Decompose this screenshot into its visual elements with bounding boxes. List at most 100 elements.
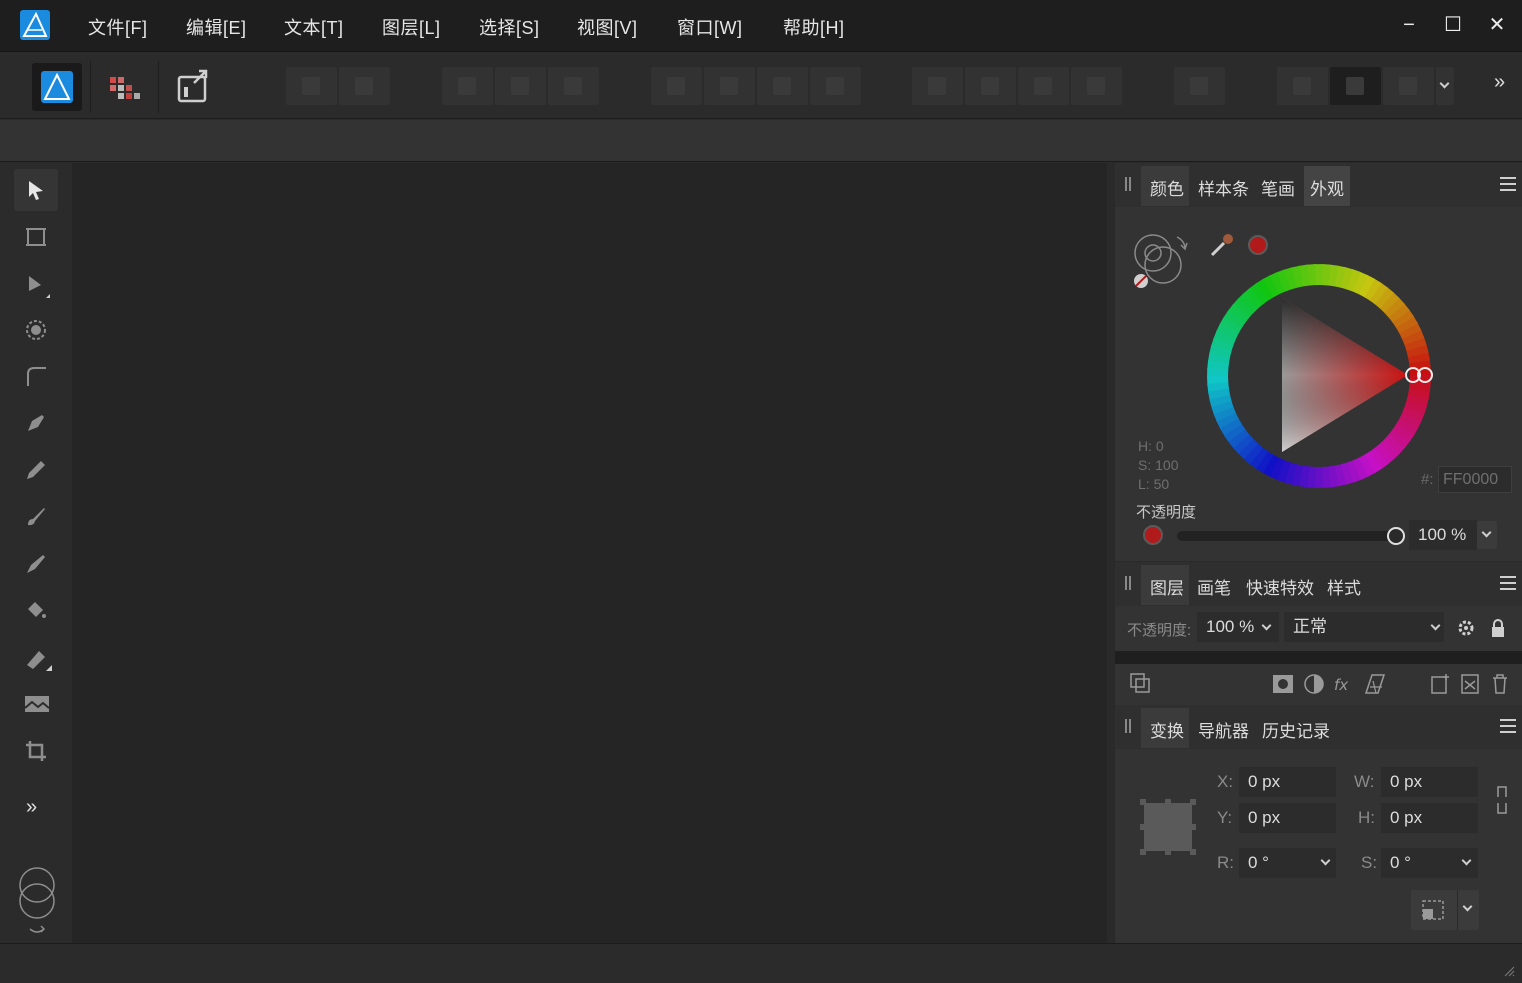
- w-input[interactable]: 0 px: [1381, 767, 1478, 797]
- artboard-tool[interactable]: [14, 216, 58, 258]
- arrange-back-button[interactable]: [810, 67, 861, 105]
- panel-menu-icon[interactable]: [1500, 576, 1516, 590]
- contour-tool[interactable]: [14, 309, 58, 351]
- toolbar-overflow-button[interactable]: »: [1494, 71, 1505, 94]
- designer-persona-button[interactable]: [32, 63, 82, 111]
- opacity-dropdown-button[interactable]: [1477, 521, 1497, 549]
- menu-view[interactable]: 视图[V]: [577, 14, 638, 40]
- tab-color[interactable]: 颜色: [1150, 175, 1184, 200]
- trash-icon[interactable]: [1489, 673, 1511, 695]
- snap-options-dropdown[interactable]: [1436, 67, 1454, 105]
- corner-tool[interactable]: [14, 355, 58, 397]
- transparency-tool[interactable]: [14, 636, 58, 678]
- flip-vertical-button[interactable]: [965, 67, 1016, 105]
- place-image-tool[interactable]: [14, 683, 58, 725]
- tab-layers[interactable]: 图层: [1150, 574, 1184, 599]
- affinity-logo-icon[interactable]: [20, 10, 50, 40]
- menu-layer[interactable]: 图层[L]: [382, 14, 441, 40]
- link-proportions-icon[interactable]: [1494, 783, 1510, 817]
- arrange-forward-button[interactable]: [704, 67, 755, 105]
- snapping-toggle-button[interactable]: [1277, 67, 1328, 105]
- minimize-button[interactable]: −: [1394, 10, 1424, 40]
- resize-grip-icon[interactable]: [1503, 965, 1515, 977]
- svg-text:fx: fx: [1334, 676, 1348, 694]
- live-filter-icon[interactable]: [1364, 673, 1386, 695]
- panel-grip-handle[interactable]: [1125, 576, 1131, 590]
- adjustment-icon[interactable]: [1303, 673, 1325, 695]
- tab-transform[interactable]: 变换: [1150, 717, 1184, 742]
- close-button[interactable]: ✕: [1482, 10, 1512, 40]
- fill-tool[interactable]: [14, 589, 58, 631]
- panel-menu-icon[interactable]: [1500, 177, 1516, 191]
- menu-text[interactable]: 文本[T]: [284, 14, 344, 40]
- layers-list[interactable]: [1115, 651, 1522, 664]
- menu-window[interactable]: 窗口[W]: [677, 14, 743, 40]
- mask-icon[interactable]: [1272, 673, 1294, 695]
- color-wheel-icon[interactable]: [1205, 262, 1433, 490]
- menu-select[interactable]: 选择[S]: [479, 14, 540, 40]
- eyedropper-icon[interactable]: [1208, 231, 1236, 259]
- fill-stroke-selector-icon[interactable]: [1127, 229, 1191, 293]
- panel-grip-handle[interactable]: [1125, 719, 1131, 733]
- gear-icon[interactable]: [1455, 617, 1477, 639]
- crop-tool[interactable]: [14, 730, 58, 772]
- rotate-right-button[interactable]: [1071, 67, 1122, 105]
- rotation-input[interactable]: 0 °: [1239, 848, 1336, 878]
- menu-help[interactable]: 帮助[H]: [783, 14, 845, 40]
- view-mode-button[interactable]: [1330, 67, 1381, 105]
- rotate-left-button[interactable]: [1018, 67, 1069, 105]
- menu-file[interactable]: 文件[F]: [88, 14, 148, 40]
- snap-options-button[interactable]: [1383, 67, 1434, 105]
- align-button[interactable]: [1174, 67, 1225, 105]
- lock-icon[interactable]: [1487, 617, 1509, 639]
- tools-expand-button[interactable]: »: [26, 796, 37, 819]
- group-layers-icon[interactable]: [1459, 673, 1481, 695]
- fill-stroke-swatch-icon[interactable]: [14, 863, 60, 943]
- tab-appearance[interactable]: 外观: [1310, 175, 1344, 200]
- tab-quick-fx[interactable]: 快速特效: [1246, 574, 1314, 599]
- tab-styles[interactable]: 样式: [1327, 574, 1361, 599]
- snap-pixel-button[interactable]: [495, 67, 546, 105]
- hex-input[interactable]: FF0000: [1438, 466, 1512, 493]
- current-color-swatch[interactable]: [1143, 525, 1163, 545]
- blend-mode-select[interactable]: 正常: [1284, 612, 1444, 642]
- tab-navigator[interactable]: 导航器: [1198, 717, 1249, 742]
- export-persona-icon: [177, 69, 208, 103]
- opacity-slider-thumb[interactable]: [1387, 527, 1405, 545]
- picked-color-swatch[interactable]: [1248, 235, 1268, 255]
- snap-object-button[interactable]: [548, 67, 599, 105]
- document-canvas[interactable]: [72, 163, 1107, 943]
- node-tool[interactable]: [14, 263, 58, 305]
- anchor-point-selector-icon[interactable]: [1140, 799, 1196, 855]
- y-input[interactable]: 0 px: [1239, 803, 1336, 833]
- flip-horizontal-button[interactable]: [912, 67, 963, 105]
- panel-menu-icon[interactable]: [1500, 719, 1516, 733]
- snap-grid-button[interactable]: [442, 67, 493, 105]
- arrange-backward-button[interactable]: [757, 67, 808, 105]
- boolean-add-button[interactable]: [286, 67, 337, 105]
- add-layer-icon[interactable]: [1429, 673, 1451, 695]
- panel-grip-handle[interactable]: [1125, 177, 1131, 191]
- export-persona-button[interactable]: [168, 63, 218, 111]
- move-tool[interactable]: [14, 169, 58, 211]
- tab-brushes[interactable]: 画笔: [1197, 574, 1231, 599]
- pixel-brush-tool[interactable]: [14, 543, 58, 585]
- tab-swatches[interactable]: 样本条: [1198, 175, 1249, 200]
- fx-icon[interactable]: fx: [1333, 673, 1355, 695]
- arrange-front-button[interactable]: [651, 67, 702, 105]
- vector-brush-tool[interactable]: [14, 496, 58, 538]
- opacity-slider[interactable]: [1177, 531, 1397, 541]
- opacity-input[interactable]: 100 %: [1409, 520, 1477, 550]
- x-input[interactable]: 0 px: [1239, 767, 1336, 797]
- h-input[interactable]: 0 px: [1381, 803, 1478, 833]
- tab-history[interactable]: 历史记录: [1262, 717, 1330, 742]
- maximize-button[interactable]: ☐: [1438, 10, 1468, 40]
- pen-tool[interactable]: [14, 402, 58, 444]
- layer-select-icon[interactable]: [1129, 672, 1151, 694]
- menu-edit[interactable]: 编辑[E]: [186, 14, 247, 40]
- transform-origin-button[interactable]: [1411, 890, 1479, 930]
- tab-stroke[interactable]: 笔画: [1261, 175, 1295, 200]
- pixel-persona-button[interactable]: [100, 63, 150, 111]
- pencil-tool[interactable]: [14, 449, 58, 491]
- boolean-subtract-button[interactable]: [339, 67, 390, 105]
